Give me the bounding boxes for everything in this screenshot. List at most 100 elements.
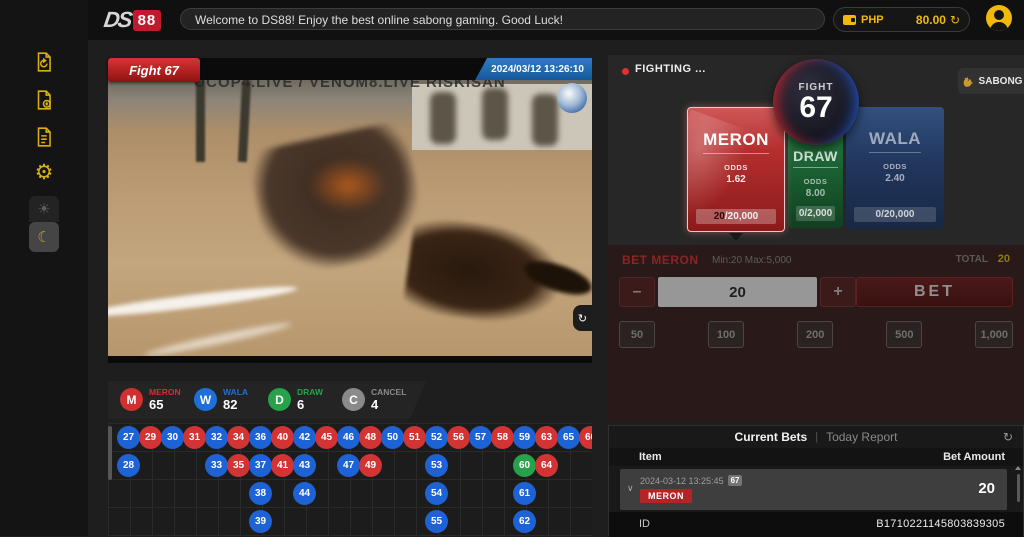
meron-pool: 20/20,000	[696, 209, 776, 224]
settings-gear-icon[interactable]: ⚙	[30, 158, 58, 186]
grid-scrollbar[interactable]	[108, 426, 112, 480]
result-circle-61: 61	[513, 482, 536, 505]
sidebar: ⚙ ☀ ☾	[0, 0, 88, 536]
chip-100[interactable]: 100	[708, 321, 744, 348]
result-circle-59: 59	[513, 426, 536, 449]
result-circle-44: 44	[293, 482, 316, 505]
balance-value: 80.00	[916, 13, 946, 27]
total-label: TOTAL	[956, 254, 988, 265]
report-icon[interactable]	[30, 123, 58, 151]
quick-amount-chips: 50 100 200 500 1,000	[608, 321, 1024, 348]
bet-limits: Min:20 Max:5,000	[712, 255, 792, 266]
result-circle-36: 36	[249, 426, 272, 449]
summary-cancel: CCANCEL4	[342, 388, 416, 412]
result-circle-34: 34	[227, 426, 250, 449]
result-circle-53: 53	[425, 454, 448, 477]
selected-card-pointer	[729, 233, 743, 241]
bet-timestamp: 2024-03-12 13:25:45 67	[640, 475, 742, 486]
chevron-down-icon[interactable]: ∨	[627, 483, 634, 494]
place-bet-button[interactable]: BET	[856, 277, 1013, 307]
tab-current-bets[interactable]: Current Bets	[735, 430, 808, 444]
meron-odds: 1.62	[726, 174, 745, 185]
welcome-marquee: Welcome to DS88! Enjoy the best online s…	[180, 8, 825, 30]
live-stream-video[interactable]: UCOP4.LIVE / VENOM8.LIVE RISKISAN ↻	[108, 80, 592, 363]
increase-bet-button[interactable]: +	[820, 277, 856, 307]
bet-records-icon[interactable]	[30, 86, 58, 114]
dark-mode-moon-icon[interactable]: ☾	[29, 222, 59, 252]
sabong-tab[interactable]: SABONG	[958, 68, 1024, 94]
balance-refresh-icon[interactable]: ↻	[950, 13, 960, 27]
fight-number-circle: FIGHT 67	[773, 59, 859, 145]
result-circle-47: 47	[337, 454, 360, 477]
theme-toggle: ☀ ☾	[28, 196, 60, 252]
result-circle-38: 38	[249, 482, 272, 505]
result-circle-45: 45	[315, 426, 338, 449]
summary-wala: WWALA82	[194, 388, 268, 412]
result-circle-40: 40	[271, 426, 294, 449]
meron-title: MERON	[703, 130, 769, 154]
result-circle-35: 35	[227, 454, 250, 477]
result-circle-31: 31	[183, 426, 206, 449]
wala-bet-card[interactable]: WALA ODDS 2.40 0/20,000	[846, 107, 944, 229]
wala-title: WALA	[869, 129, 921, 153]
stream-timestamp: 2024/03/12 13:26:10	[475, 58, 592, 80]
sabong-label: SABONG	[979, 76, 1023, 87]
bet-id-row: ID B1710221145803839305	[609, 512, 1023, 537]
result-circle-29: 29	[139, 426, 162, 449]
current-bets-panel: Current Bets | Today Report ↻ Item Bet A…	[608, 425, 1024, 536]
result-circle-30: 30	[161, 426, 184, 449]
decrease-bet-button[interactable]: –	[619, 277, 655, 307]
draw-title: DRAW	[793, 148, 838, 168]
balance-pill[interactable]: PHP 80.00 ↻	[833, 7, 970, 32]
summary-meron: MMERON65	[120, 388, 194, 412]
bet-amount-value: 20	[978, 480, 995, 497]
result-circle-41: 41	[271, 454, 294, 477]
ds88-logo[interactable]: DS 88	[104, 7, 161, 33]
result-circle-63: 63	[535, 426, 558, 449]
bets-column-headers: Item Bet Amount	[609, 448, 1023, 466]
fight-status: FIGHTING ...	[635, 63, 706, 75]
total-value: 20	[998, 253, 1010, 265]
tab-today-report[interactable]: Today Report	[826, 430, 897, 444]
wallet-icon	[843, 15, 856, 25]
betting-panel: FIGHTING ... SABONG FIGHT 67 MERON ODDS …	[608, 55, 1024, 420]
video-header: Fight 67 2024/03/12 13:26:10	[108, 58, 592, 80]
result-circle-48: 48	[359, 426, 382, 449]
chip-500[interactable]: 500	[886, 321, 922, 348]
chip-50[interactable]: 50	[619, 321, 655, 348]
results-summary-bar: MMERON65WWALA82DDRAW6CCANCEL4	[108, 381, 426, 419]
bets-scrollbar[interactable]	[1017, 474, 1020, 502]
result-circle-27: 27	[117, 426, 140, 449]
chip-200[interactable]: 200	[797, 321, 833, 348]
bet-amount-input[interactable]: 20	[658, 277, 817, 307]
result-circle-51: 51	[403, 426, 426, 449]
fight-results-grid[interactable]: 2729303132343640424546485051525657585963…	[108, 423, 592, 536]
result-circle-32: 32	[205, 426, 228, 449]
result-circle-28: 28	[117, 454, 140, 477]
bet-side-title: BET MERON	[622, 253, 699, 267]
result-circle-33: 33	[205, 454, 228, 477]
chip-1000[interactable]: 1,000	[975, 321, 1013, 348]
fight-number: 67	[799, 93, 832, 123]
bets-tabs: Current Bets | Today Report	[609, 426, 1023, 448]
user-avatar[interactable]	[986, 5, 1012, 31]
result-circle-55: 55	[425, 510, 448, 533]
bets-refresh-icon[interactable]: ↻	[1003, 430, 1013, 444]
result-circle-60: 60	[513, 454, 536, 477]
topbar: DS 88 Welcome to DS88! Enjoy the best on…	[88, 0, 1024, 40]
records-sync-icon[interactable]	[30, 48, 58, 76]
currency-code: PHP	[861, 14, 884, 26]
camera-switch-icon[interactable]: ↻	[573, 305, 592, 331]
wala-odds: 2.40	[885, 173, 904, 184]
meron-bet-card[interactable]: MERON ODDS 1.62 20/20,000	[687, 107, 785, 232]
result-circle-65: 65	[557, 426, 580, 449]
result-circle-57: 57	[469, 426, 492, 449]
light-mode-sun-icon[interactable]: ☀	[29, 196, 59, 222]
result-circle-46: 46	[337, 426, 360, 449]
bet-controls-section: BET MERON Min:20 Max:5,000 TOTAL 20 – 20…	[608, 245, 1024, 420]
bet-row[interactable]: ∨ 2024-03-12 13:25:45 67 MERON 20	[620, 469, 1007, 510]
fight-number-badge: Fight 67	[108, 58, 200, 82]
result-circle-39: 39	[249, 510, 272, 533]
result-circle-43: 43	[293, 454, 316, 477]
scroll-up-arrow[interactable]	[1015, 466, 1021, 470]
